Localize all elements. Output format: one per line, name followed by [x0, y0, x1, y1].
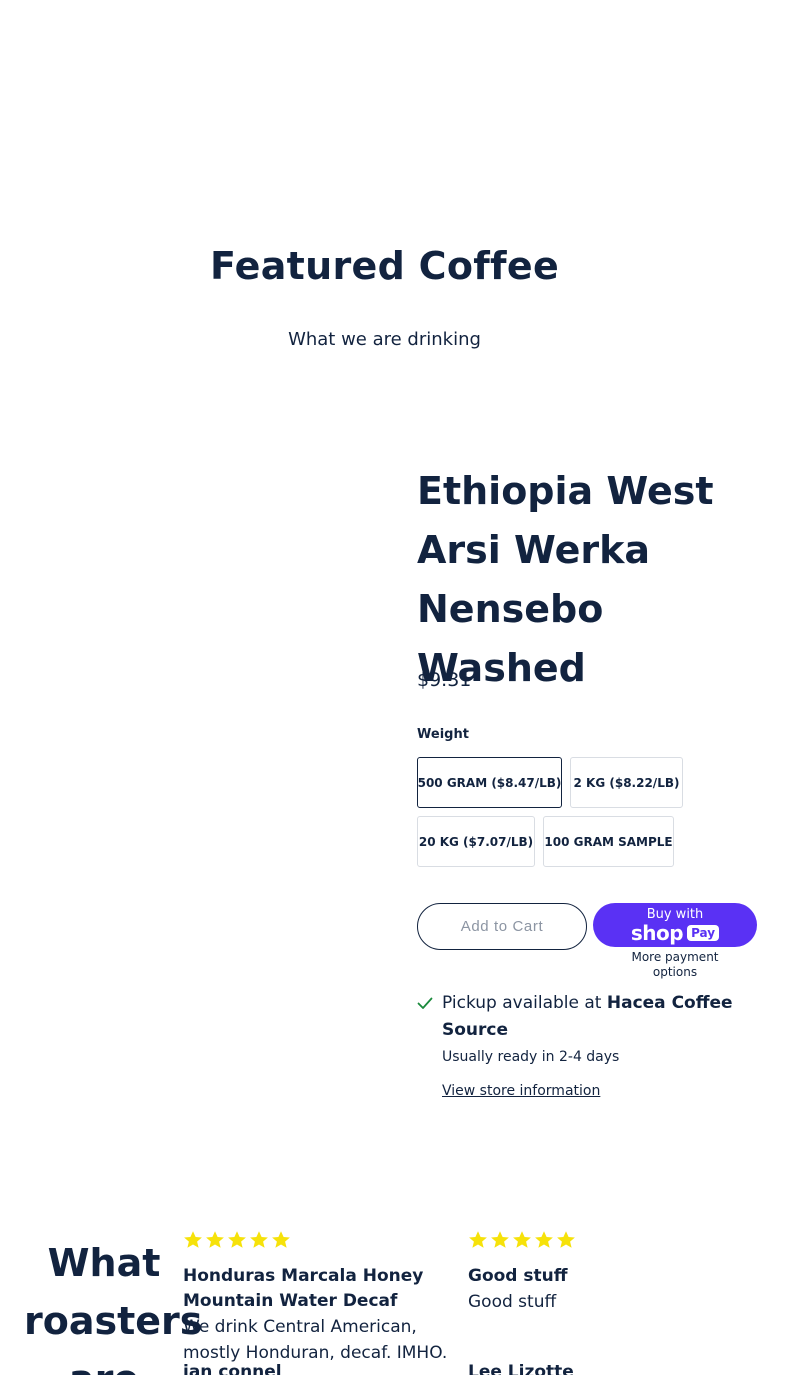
- product-title[interactable]: Ethiopia West Arsi Werka Nensebo Washed: [417, 462, 777, 698]
- shop-pay-buy-with: Buy with: [646, 906, 704, 922]
- variant-label: 100 GRAM SAMPLE: [544, 834, 673, 849]
- add-to-cart-button[interactable]: Add to Cart: [417, 903, 587, 950]
- review-card: Good stuff Good stuff: [468, 1230, 738, 1315]
- review-title: Honduras Marcala Honey Mountain Water De…: [183, 1266, 424, 1311]
- star-icon: [250, 1231, 268, 1248]
- variant-label: 20 KG ($7.07/LB): [418, 834, 534, 849]
- star-icon: [557, 1231, 575, 1248]
- view-store-information-link[interactable]: View store information: [442, 1083, 600, 1099]
- review-author: ian connel: [183, 1362, 282, 1375]
- variant-500-gram[interactable]: 500 GRAM ($8.47/LB): [417, 757, 562, 808]
- reviews-heading: What roasters are: [24, 1241, 203, 1375]
- star-icon: [206, 1231, 224, 1248]
- shop-pay-badge: Pay: [687, 924, 720, 941]
- review-body: We drink Central American, mostly Hondur…: [183, 1317, 448, 1363]
- variant-20-kg[interactable]: 20 KG ($7.07/LB): [417, 816, 535, 867]
- more-payment-options-link[interactable]: More payment options: [620, 950, 730, 980]
- star-icon: [184, 1231, 202, 1248]
- star-rating: [183, 1230, 453, 1252]
- star-icon: [513, 1231, 531, 1248]
- star-rating: [468, 1230, 738, 1252]
- star-icon: [535, 1231, 553, 1248]
- review-card: Honduras Marcala Honey Mountain Water De…: [183, 1230, 453, 1366]
- variant-label: 500 GRAM ($8.47/LB): [417, 775, 562, 790]
- star-icon: [469, 1231, 487, 1248]
- review-author: Lee Lizotte: [468, 1362, 574, 1375]
- star-icon: [228, 1231, 246, 1248]
- section-title: Featured Coffee: [209, 244, 560, 288]
- variant-2-kg[interactable]: 2 KG ($8.22/LB): [570, 757, 683, 808]
- product-price: $9.31: [417, 669, 472, 691]
- shop-pay-brand: shop: [630, 920, 684, 945]
- section-subtitle: What we are drinking: [288, 329, 481, 350]
- shop-pay-button[interactable]: Buy with shop Pay: [593, 903, 757, 947]
- pickup-ready-time: Usually ready in 2-4 days: [442, 1049, 620, 1065]
- pickup-prefix: Pickup available at: [442, 993, 607, 1013]
- pickup-availability: Pickup available at Hacea Coffee Source: [442, 990, 752, 1044]
- shop-pay-logo: shop Pay: [630, 920, 720, 945]
- star-icon: [491, 1231, 509, 1248]
- star-icon: [272, 1231, 290, 1248]
- review-title: Good stuff: [468, 1266, 568, 1286]
- weight-label: Weight: [417, 727, 469, 742]
- review-body: Good stuff: [468, 1292, 557, 1312]
- variant-100-gram-sample[interactable]: 100 GRAM SAMPLE: [543, 816, 674, 867]
- check-icon: [417, 997, 433, 1009]
- variant-label: 2 KG ($8.22/LB): [573, 775, 680, 790]
